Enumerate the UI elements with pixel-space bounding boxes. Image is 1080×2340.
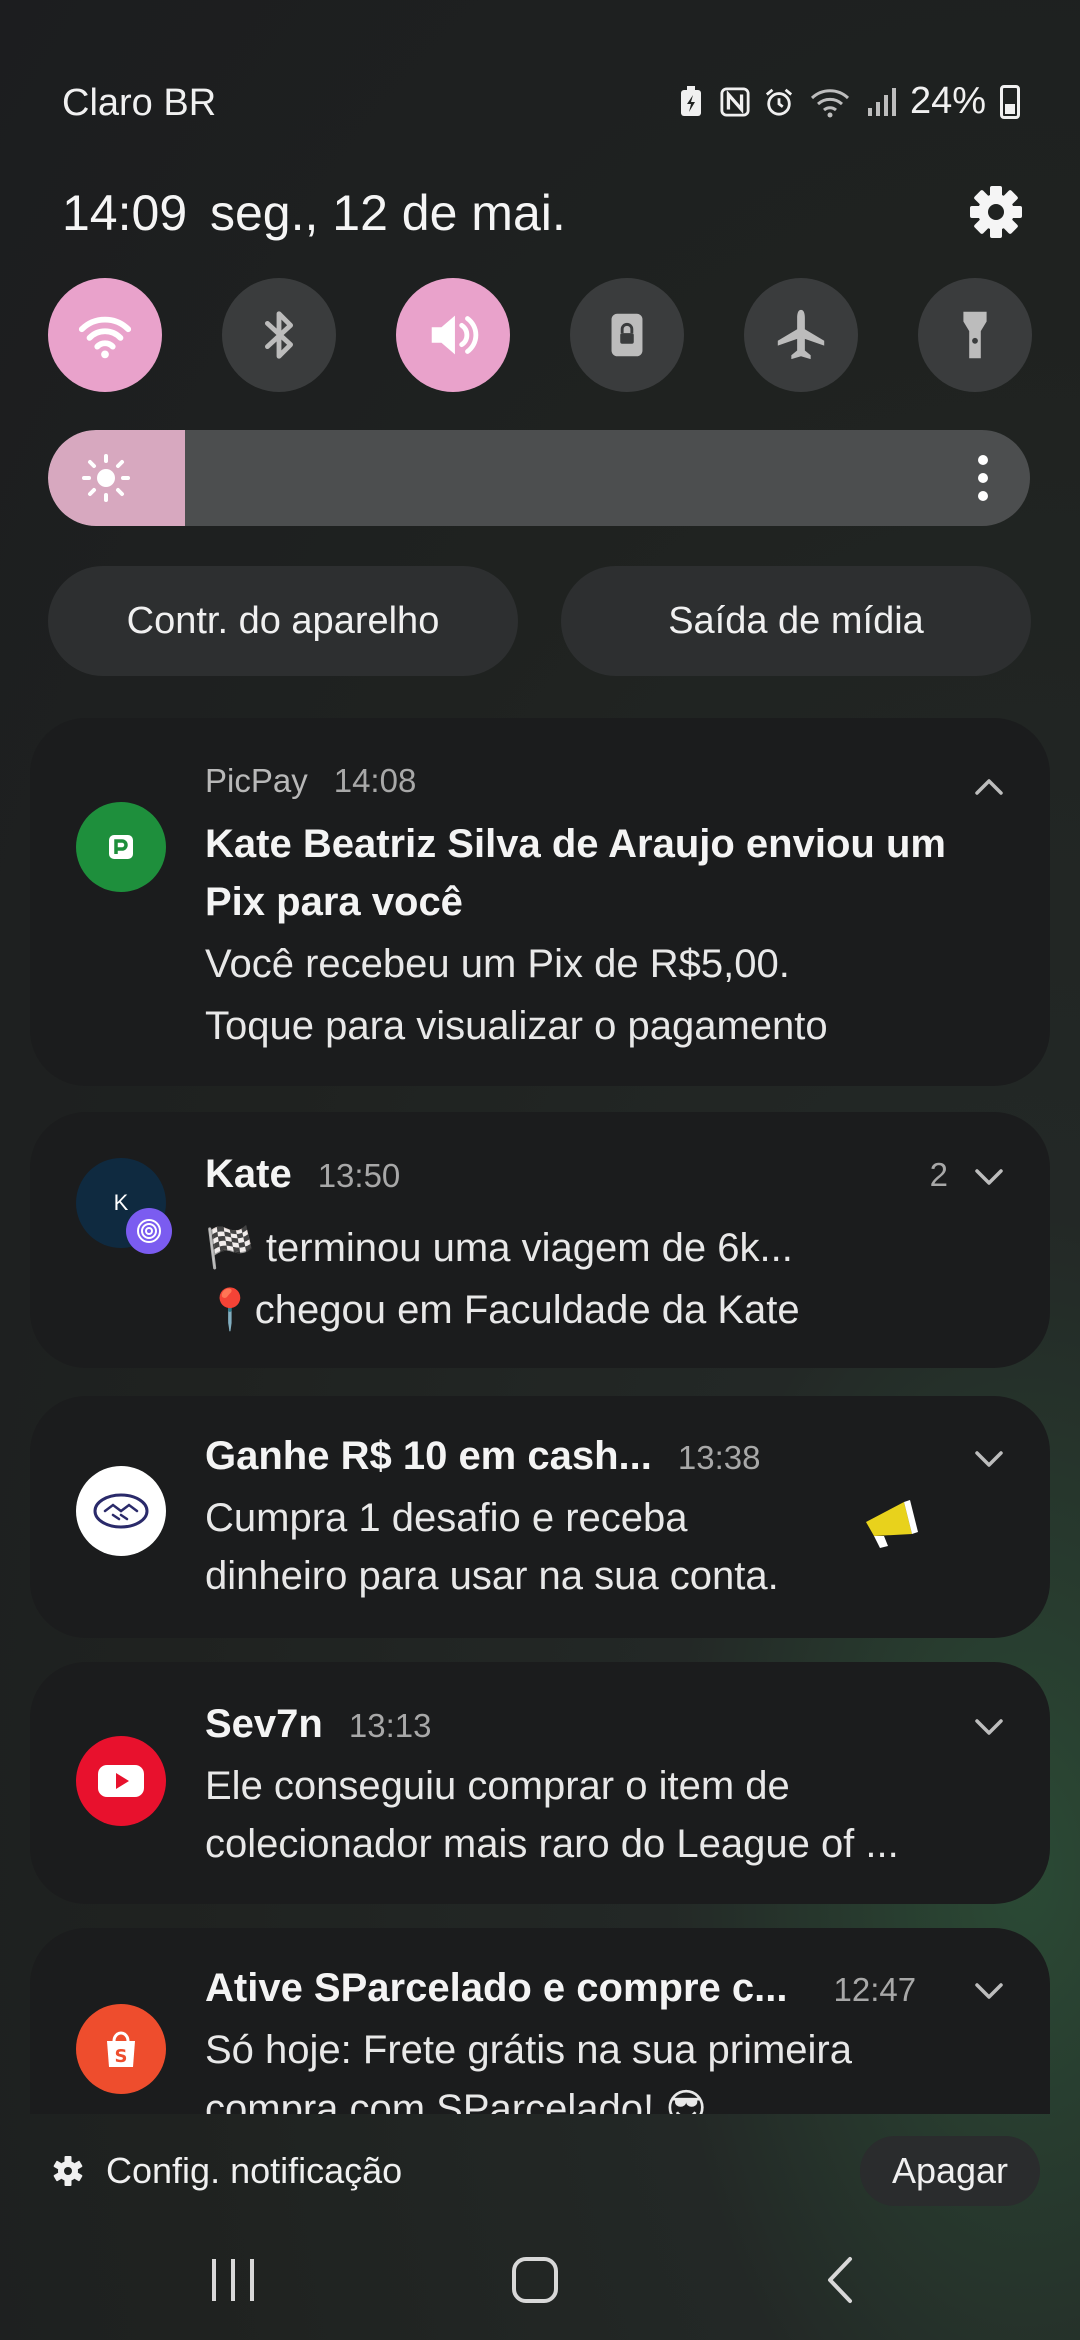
notification-time: 14:08 xyxy=(333,762,417,799)
notification-clip: S Ative SParcelado e compre c... 12:47 S… xyxy=(0,1928,1080,2114)
notification-text: Cumpra 1 desafio e receba xyxy=(205,1496,688,1540)
rotation-lock-icon xyxy=(611,313,643,357)
recent-apps-icon[interactable] xyxy=(193,2240,273,2320)
battery-percent: 24% xyxy=(909,80,986,122)
date: seg., 12 de mai. xyxy=(210,185,566,241)
picpay-icon xyxy=(76,802,166,892)
clock: 14:09 xyxy=(62,185,188,241)
sound-toggle[interactable] xyxy=(396,278,510,392)
notification-kate[interactable]: K Kate 13:50 2 🏁 terminou uma viagem de … xyxy=(30,1112,1050,1368)
notification-text-2: dinheiro para usar na sua conta. xyxy=(205,1554,779,1598)
chevron-down-icon[interactable] xyxy=(972,1974,1006,2008)
notification-title: Sev7n xyxy=(205,1702,323,1746)
chevron-up-icon[interactable] xyxy=(972,770,1006,804)
clear-all-button[interactable]: Apagar xyxy=(860,2136,1040,2206)
airplane-mode-icon xyxy=(777,309,825,360)
brightness-icon xyxy=(82,454,130,502)
wifi-toggle[interactable] xyxy=(48,278,162,392)
notification-text-2: Toque para visualizar o pagamento xyxy=(205,1004,828,1048)
notification-settings-label: Config. notificação xyxy=(106,2150,403,2191)
notification-title: Ganhe R$ 10 em cash... xyxy=(205,1434,652,1478)
notification-title: Kate Beatriz Silva de Araujo enviou um xyxy=(205,822,946,866)
notification-shopee[interactable]: S Ative SParcelado e compre c... 12:47 S… xyxy=(30,1928,1050,2114)
notification-count: 2 xyxy=(929,1156,948,1193)
notification-title: Kate xyxy=(205,1152,292,1196)
notification-settings-button[interactable]: Config. notificação xyxy=(50,2150,402,2192)
notification-text: Você recebeu um Pix de R$5,00. xyxy=(205,942,790,986)
flashlight-icon xyxy=(963,311,987,359)
status-icons: 24% xyxy=(676,80,1020,123)
notification-text: 🏁 terminou uma viagem de 6k... xyxy=(205,1226,793,1270)
megaphone-icon xyxy=(866,1500,918,1548)
quick-toggles xyxy=(48,278,1032,392)
gear-icon xyxy=(53,2156,83,2186)
svg-text:S: S xyxy=(115,2046,128,2067)
carrier-name: Claro BR xyxy=(62,82,217,124)
sound-icon xyxy=(431,315,479,355)
youtube-icon xyxy=(76,1736,166,1826)
notification-time: 12:47 xyxy=(833,1971,917,2008)
more-options-icon[interactable] xyxy=(976,454,990,502)
chevron-down-icon[interactable] xyxy=(972,1442,1006,1476)
alarm-icon xyxy=(764,85,794,119)
flashlight-toggle[interactable] xyxy=(918,278,1032,392)
notification-text-2: colecionador mais raro do League of ... xyxy=(205,1822,899,1866)
device-control-button[interactable]: Contr. do aparelho xyxy=(48,566,518,676)
shopee-icon: S xyxy=(76,2004,166,2094)
chevron-down-icon[interactable] xyxy=(972,1160,1006,1194)
nfc-icon xyxy=(720,85,750,119)
airplane-mode-toggle[interactable] xyxy=(744,278,858,392)
wifi-icon xyxy=(78,316,132,359)
chevron-down-icon[interactable] xyxy=(972,1710,1006,1744)
bluetooth-icon xyxy=(264,311,294,359)
battery-icon xyxy=(1000,84,1020,119)
signal-icon xyxy=(866,85,896,119)
brightness-slider[interactable] xyxy=(48,430,1030,526)
app-name: PicPay xyxy=(205,762,308,799)
notification-title: Ative SParcelado e compre c... xyxy=(205,1966,788,2010)
notification-time: 13:50 xyxy=(317,1157,401,1194)
notification-text: Ele conseguiu comprar o item de xyxy=(205,1764,790,1808)
home-icon[interactable] xyxy=(495,2240,575,2320)
fingerprint-badge-icon xyxy=(126,1208,172,1254)
notification-time: 13:38 xyxy=(677,1439,761,1476)
rotation-lock-toggle[interactable] xyxy=(570,278,684,392)
notification-cashback[interactable]: Ganhe R$ 10 em cash... 13:38 Cumpra 1 de… xyxy=(30,1396,1050,1638)
battery-saver-icon xyxy=(676,85,706,119)
notification-text: Só hoje: Frete grátis na sua primeira xyxy=(205,2028,852,2072)
notification-text-2: compra com SParcelado! 😎 xyxy=(205,2087,707,2114)
notification-picpay[interactable]: PicPay 14:08 Kate Beatriz Silva de Arauj… xyxy=(30,718,1050,1086)
notification-text-2: 📍chegou em Faculdade da Kate xyxy=(205,1288,800,1332)
bluetooth-toggle[interactable] xyxy=(222,278,336,392)
notification-time: 13:13 xyxy=(348,1707,432,1744)
handshake-icon xyxy=(76,1466,166,1556)
notification-title-continued: Pix para você xyxy=(205,880,463,924)
back-icon[interactable] xyxy=(800,2240,880,2320)
wifi-icon xyxy=(808,85,852,119)
gear-icon[interactable] xyxy=(964,180,1028,244)
navigation-bar xyxy=(0,2230,1080,2340)
media-output-button[interactable]: Saída de mídia xyxy=(561,566,1031,676)
notification-youtube[interactable]: Sev7n 13:13 Ele conseguiu comprar o item… xyxy=(30,1662,1050,1904)
